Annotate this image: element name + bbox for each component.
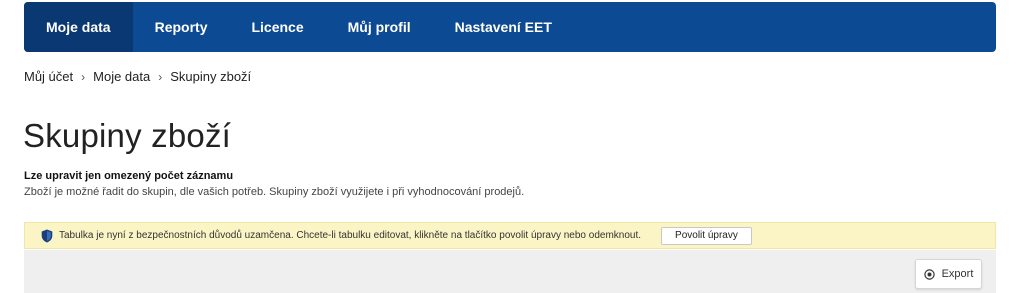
circle-dot-icon xyxy=(923,268,935,280)
page-title: Skupiny zboží xyxy=(23,117,232,154)
breadcrumb-separator: › xyxy=(158,69,163,84)
table-toolbar: Export xyxy=(24,250,996,293)
nav-item-reporty[interactable]: Reporty xyxy=(133,2,230,52)
nav-item-nastaveni-eet[interactable]: Nastavení EET xyxy=(433,2,574,52)
export-label: Export xyxy=(941,268,974,280)
export-button[interactable]: Export xyxy=(915,259,982,289)
info-text: Zboží je možné řadit do skupin, dle vaši… xyxy=(24,186,525,198)
shield-icon xyxy=(41,229,53,243)
breadcrumb-current: Skupiny zboží xyxy=(170,69,252,84)
nav-item-moje-data[interactable]: Moje data xyxy=(24,2,133,52)
locked-table-alert: Tabulka je nyní z bezpečnostních důvodů … xyxy=(24,222,996,249)
main-navbar: Moje data Reporty Licence Můj profil Nas… xyxy=(24,2,996,52)
enable-editing-button[interactable]: Povolit úpravy xyxy=(661,226,752,245)
breadcrumb: Můj účet › Moje data › Skupiny zboží xyxy=(24,69,251,84)
breadcrumb-link-moje-data[interactable]: Moje data xyxy=(93,69,150,84)
breadcrumb-link-muj-ucet[interactable]: Můj účet xyxy=(24,69,73,84)
info-heading: Lze upravit jen omezený počet záznamu xyxy=(24,170,234,182)
nav-item-muj-profil[interactable]: Můj profil xyxy=(326,2,433,52)
alert-text: Tabulka je nyní z bezpečnostních důvodů … xyxy=(59,230,642,241)
breadcrumb-separator: › xyxy=(81,69,86,84)
nav-item-licence[interactable]: Licence xyxy=(229,2,325,52)
